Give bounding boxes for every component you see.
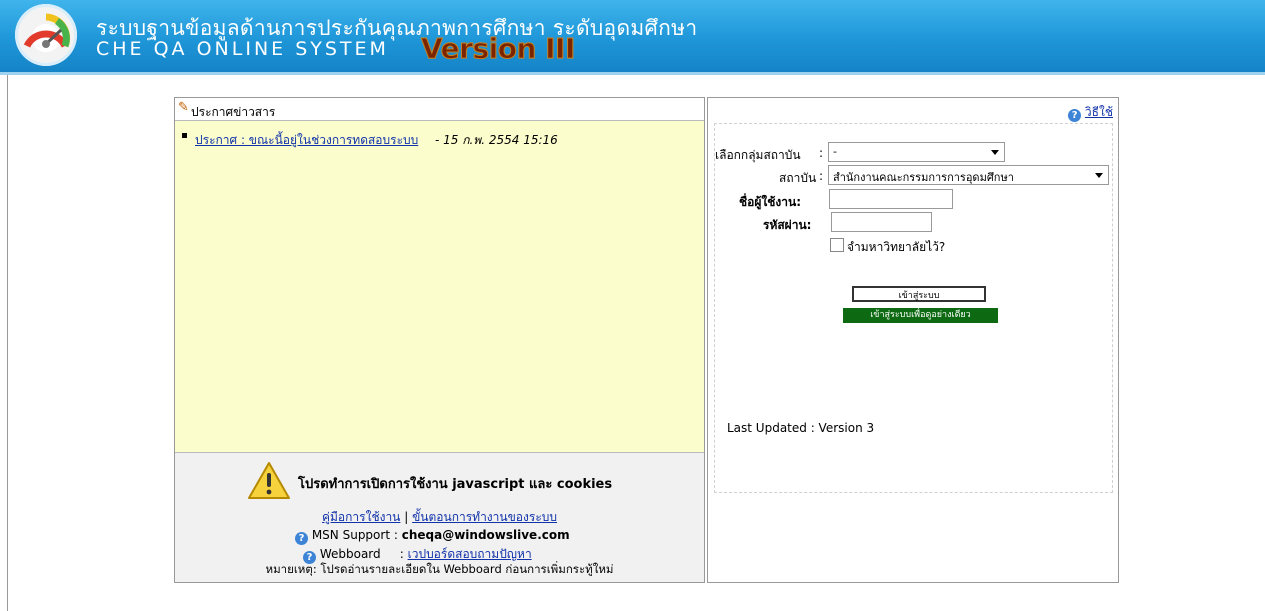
how-to-link-wrap[interactable]: ? วิธีใช้ xyxy=(1068,103,1113,122)
institute-select[interactable]: สำนักงานคณะกรรมการการอุดมศึกษา xyxy=(828,165,1109,185)
msn-email: cheqa@windowslive.com xyxy=(401,528,570,542)
msn-label: MSN Support : xyxy=(311,528,398,542)
group-select-value: - xyxy=(833,145,837,158)
webboard-label: Webboard xyxy=(319,547,381,561)
site-title-english: CHE QA ONLINE SYSTEM xyxy=(96,38,389,60)
chevron-down-icon xyxy=(1095,173,1103,178)
warning-icon xyxy=(248,462,290,499)
remember-checkbox[interactable] xyxy=(830,238,844,252)
help-icon[interactable]: ? xyxy=(1068,109,1082,122)
webboard-colon: : xyxy=(399,547,404,561)
help-icon: ? xyxy=(295,532,308,545)
remember-label: จำมหาวิทยาลัยไว้? xyxy=(847,240,946,254)
last-updated: Last Updated : Version 3 xyxy=(727,421,875,435)
news-panel: ✎ ประกาศข่าวสาร ประกาศ : ขณะนี้อยู่ในช่ว… xyxy=(174,97,705,583)
chevron-down-icon xyxy=(991,150,999,155)
login-panel: ? วิธีใช้ เลือกกลุ่มสถาบัน : - สถาบัน : … xyxy=(707,97,1119,583)
version-badge: Version III xyxy=(421,32,576,66)
magic-wand-icon: ✎ xyxy=(178,100,189,115)
page-left-border xyxy=(7,75,8,611)
news-panel-header: ✎ ประกาศข่าวสาร xyxy=(175,98,704,121)
institute-colon: : xyxy=(819,169,824,183)
bullet-icon xyxy=(182,133,187,138)
group-select[interactable]: - xyxy=(828,142,1005,162)
group-colon: : xyxy=(819,146,824,160)
webboard-note: หมายเหตุ: โปรดอ่านรายละเอียดใน Webboard … xyxy=(265,562,614,576)
qa-gauge-logo xyxy=(15,4,77,66)
javascript-warning: โปรดทำการเปิดการใช้งาน javascript และ co… xyxy=(298,477,613,492)
news-item-date: - 15 ก.พ. 2554 15:16 xyxy=(435,133,558,147)
news-list: ประกาศ : ขณะนี้อยู่ในช่วงการทดสอบระบบ - … xyxy=(175,121,704,453)
group-label: เลือกกลุ่มสถาบัน xyxy=(715,148,801,162)
guest-login-button[interactable]: เข้าสู่ระบบเพื่อดูอย่างเดียว xyxy=(843,308,998,323)
institute-select-value: สำนักงานคณะกรรมการการอุดมศึกษา xyxy=(833,171,1014,184)
password-label: รหัสผ่าน: xyxy=(763,218,812,232)
username-label: ชื่อผู้ใช้งาน: xyxy=(739,195,801,209)
webboard-link[interactable]: เวปบอร์ดสอบถามปัญหา xyxy=(408,547,532,561)
msn-support: ? MSN Support : cheqa@windowslive.com xyxy=(295,528,570,545)
news-item-link[interactable]: ประกาศ : ขณะนี้อยู่ในช่วงการทดสอบระบบ xyxy=(195,131,418,150)
institute-label: สถาบัน xyxy=(779,171,817,185)
login-form: เลือกกลุ่มสถาบัน : - สถาบัน : สำนักงานคณ… xyxy=(714,123,1113,493)
manual-links: คู่มือการใช้งาน | ขั้นตอนการทำงานของระบบ xyxy=(175,508,704,527)
how-to-link[interactable]: วิธีใช้ xyxy=(1085,105,1113,119)
link-separator: | xyxy=(404,510,409,524)
notice-area: โปรดทำการเปิดการใช้งาน javascript และ co… xyxy=(175,453,704,582)
header-banner: ระบบฐานข้อมูลด้านการประกันคุณภาพการศึกษา… xyxy=(0,0,1265,75)
login-button[interactable]: เข้าสู่ระบบ xyxy=(852,286,986,302)
steps-link[interactable]: ขั้นตอนการทำงานของระบบ xyxy=(412,510,557,524)
news-heading: ประกาศข่าวสาร xyxy=(191,105,276,119)
username-input[interactable] xyxy=(829,189,953,209)
password-input[interactable] xyxy=(831,212,932,232)
manual-link[interactable]: คู่มือการใช้งาน xyxy=(322,510,400,524)
